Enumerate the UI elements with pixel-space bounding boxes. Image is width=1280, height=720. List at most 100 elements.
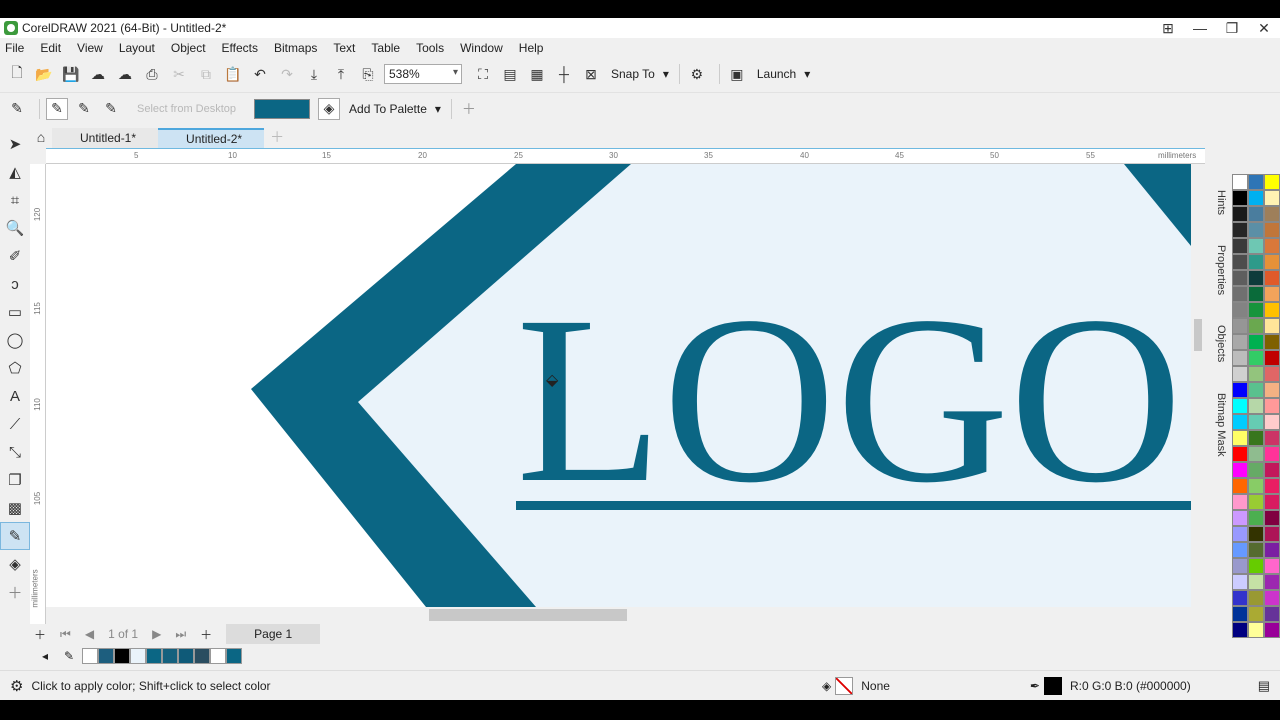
shape-tool-icon[interactable]: ◭ xyxy=(0,158,30,186)
eyedropper-select-icon[interactable]: ✎ xyxy=(46,97,68,120)
ellipse-tool-icon[interactable]: ◯ xyxy=(0,326,30,354)
plus-icon[interactable]: ＋ xyxy=(458,98,480,120)
menu-bitmaps[interactable]: Bitmaps xyxy=(274,41,317,55)
palette-swatch[interactable] xyxy=(1264,622,1280,638)
palette-settings-icon[interactable]: ▤ xyxy=(1258,678,1270,694)
artistic-media-tool-icon[interactable]: ↄ xyxy=(0,270,30,298)
add-page-end-icon[interactable]: ＋ xyxy=(200,626,212,643)
rectangle-tool-icon[interactable]: ▭ xyxy=(0,298,30,326)
menu-help[interactable]: Help xyxy=(519,41,544,55)
menu-table[interactable]: Table xyxy=(371,41,400,55)
chevron-down-icon[interactable]: ▾ xyxy=(435,102,441,116)
document-palette-swatch[interactable] xyxy=(178,648,195,664)
palette-swatch[interactable] xyxy=(1248,590,1264,606)
fill-icon[interactable]: ◈ xyxy=(822,679,831,693)
menu-object[interactable]: Object xyxy=(171,41,206,55)
zoom-level-select[interactable]: 538% xyxy=(384,64,462,84)
document-palette-swatch[interactable] xyxy=(130,648,147,664)
show-guidelines-icon[interactable]: ┼ xyxy=(553,63,575,85)
palette-swatch[interactable] xyxy=(1248,542,1264,558)
palette-swatch[interactable] xyxy=(1264,446,1280,462)
palette-swatch[interactable] xyxy=(1264,366,1280,382)
transparency-tool-icon[interactable]: ▩ xyxy=(0,494,30,522)
tab-hints[interactable]: Hints xyxy=(1215,190,1227,215)
account-icon[interactable]: ⊞ xyxy=(1152,18,1184,38)
zoom-tool-icon[interactable]: 🔍 xyxy=(0,214,30,242)
palette-swatch[interactable] xyxy=(1248,302,1264,318)
palette-swatch[interactable] xyxy=(1264,606,1280,622)
palette-swatch[interactable] xyxy=(1248,318,1264,334)
palette-swatch[interactable] xyxy=(1264,286,1280,302)
document-palette-swatch[interactable] xyxy=(162,648,179,664)
palette-swatch[interactable] xyxy=(1232,190,1248,206)
pick-tool-icon[interactable]: ➤ xyxy=(0,130,30,158)
palette-swatch[interactable] xyxy=(1248,286,1264,302)
add-to-palette-icon[interactable]: ◈ xyxy=(318,97,341,120)
save-icon[interactable]: 💾 xyxy=(60,63,82,85)
palette-swatch[interactable] xyxy=(1264,526,1280,542)
logo-artwork[interactable]: LOGO xyxy=(46,164,1191,607)
menu-layout[interactable]: Layout xyxy=(119,41,155,55)
palette-swatch[interactable] xyxy=(1264,542,1280,558)
add-tool-icon[interactable]: ＋ xyxy=(0,578,30,606)
interactive-fill-tool-icon[interactable]: ◈ xyxy=(0,550,30,578)
palette-swatch[interactable] xyxy=(1264,350,1280,366)
palette-swatch[interactable] xyxy=(1232,510,1248,526)
palette-swatch[interactable] xyxy=(1248,382,1264,398)
menu-text[interactable]: Text xyxy=(333,41,355,55)
palette-swatch[interactable] xyxy=(1232,590,1248,606)
palette-swatch[interactable] xyxy=(1248,510,1264,526)
palette-swatch[interactable] xyxy=(1232,606,1248,622)
doc-palette-scroll-icon[interactable]: ◂ xyxy=(42,649,48,663)
paste-icon[interactable]: 📋 xyxy=(222,63,244,85)
palette-swatch[interactable] xyxy=(1264,398,1280,414)
palette-swatch[interactable] xyxy=(1264,574,1280,590)
freehand-tool-icon[interactable]: ✐ xyxy=(0,242,30,270)
palette-swatch[interactable] xyxy=(1248,238,1264,254)
palette-swatch[interactable] xyxy=(1232,318,1248,334)
palette-swatch[interactable] xyxy=(1264,174,1280,190)
palette-swatch[interactable] xyxy=(1248,190,1264,206)
palette-swatch[interactable] xyxy=(1248,526,1264,542)
print-icon[interactable]: ⎙ xyxy=(141,63,163,85)
palette-swatch[interactable] xyxy=(1248,366,1264,382)
palette-swatch[interactable] xyxy=(1232,206,1248,222)
horizontal-ruler[interactable]: 5 10 15 20 25 30 35 40 45 50 55 millimet… xyxy=(46,148,1205,164)
next-page-icon[interactable]: ▶ xyxy=(152,627,161,641)
scroll-thumb[interactable] xyxy=(429,609,627,621)
show-grid-icon[interactable]: ▦ xyxy=(526,63,548,85)
palette-swatch[interactable] xyxy=(1264,430,1280,446)
home-icon[interactable]: ⌂ xyxy=(30,126,52,148)
fill-none-swatch[interactable] xyxy=(835,676,854,695)
tab-properties[interactable]: Properties xyxy=(1215,245,1227,295)
document-palette-swatch[interactable] xyxy=(98,648,115,664)
palette-swatch[interactable] xyxy=(1232,174,1248,190)
palette-swatch[interactable] xyxy=(1264,222,1280,238)
pdf-icon[interactable]: ⎘ xyxy=(357,63,379,85)
palette-swatch[interactable] xyxy=(1264,206,1280,222)
tab-objects[interactable]: Objects xyxy=(1215,325,1227,362)
palette-swatch[interactable] xyxy=(1264,238,1280,254)
connector-tool-icon[interactable]: ⤡ xyxy=(0,438,30,466)
tab-untitled-2[interactable]: Untitled-2* xyxy=(158,128,265,148)
menu-window[interactable]: Window xyxy=(460,41,503,55)
palette-swatch[interactable] xyxy=(1248,206,1264,222)
crop-tool-icon[interactable]: ⌗ xyxy=(0,186,30,214)
menu-file[interactable]: File xyxy=(5,41,24,55)
eyedropper-icon[interactable]: ✎ xyxy=(6,98,28,120)
scroll-thumb[interactable] xyxy=(1194,319,1202,351)
palette-swatch[interactable] xyxy=(1264,558,1280,574)
last-page-icon[interactable]: ⏭ xyxy=(175,627,186,642)
palette-swatch[interactable] xyxy=(1232,350,1248,366)
palette-swatch[interactable] xyxy=(1232,462,1248,478)
menu-edit[interactable]: Edit xyxy=(40,41,61,55)
copy-icon[interactable]: ⧉ xyxy=(195,63,217,85)
palette-swatch[interactable] xyxy=(1232,622,1248,638)
palette-swatch[interactable] xyxy=(1248,558,1264,574)
palette-swatch[interactable] xyxy=(1232,222,1248,238)
palette-swatch[interactable] xyxy=(1264,302,1280,318)
document-palette-swatch[interactable] xyxy=(210,648,227,664)
outline-color-swatch[interactable] xyxy=(1043,676,1062,695)
palette-swatch[interactable] xyxy=(1264,270,1280,286)
palette-swatch[interactable] xyxy=(1248,414,1264,430)
